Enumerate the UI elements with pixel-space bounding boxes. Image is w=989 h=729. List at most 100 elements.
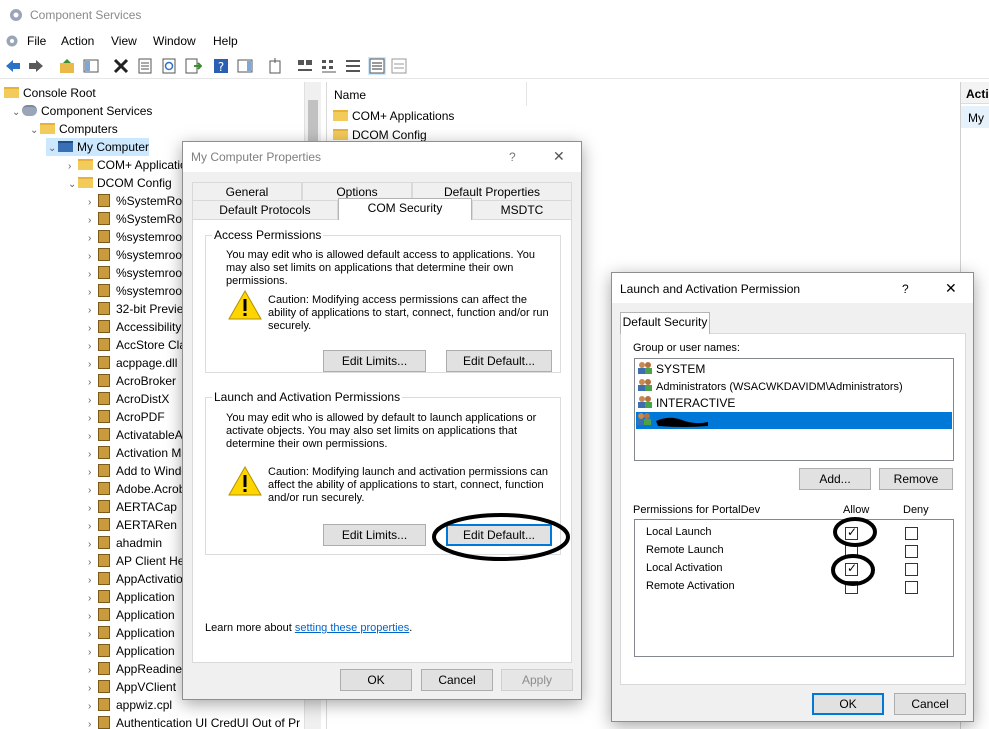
refresh-icon[interactable] [160,57,178,75]
large-icons-view-icon[interactable] [296,57,314,75]
export-list-icon[interactable] [184,57,202,75]
learn-more-prefix: Learn more about [205,622,295,634]
learn-more-link[interactable]: setting these properties [295,622,409,634]
menu-view[interactable]: View [111,34,137,48]
menu-file[interactable]: File [27,34,46,48]
access-permissions-group: Access Permissions You may edit who is a… [205,228,561,373]
users-icon [638,362,652,374]
chevron-down-icon[interactable]: ⌄ [30,122,40,140]
tree-item[interactable]: ⌄ Component Services [10,102,152,120]
tree-item[interactable]: › Accessibility [86,318,181,336]
new-object-icon[interactable] [266,57,284,75]
tree-item[interactable]: › AppReadiness [86,660,194,678]
gear-icon [22,105,37,116]
deny-checkbox[interactable] [905,545,918,558]
list-item[interactable]: DCOM Config [333,128,427,142]
cancel-button[interactable]: Cancel [421,669,493,691]
perm-help-button[interactable]: ? [902,282,909,296]
user-row[interactable]: SYSTEM [637,361,705,378]
deny-checkbox[interactable] [905,527,918,540]
user-name: INTERACTIVE [656,396,736,410]
show-hide-tree-icon[interactable] [82,57,100,75]
tree-item[interactable]: › Application [86,642,175,660]
list-view-icon[interactable] [344,57,362,75]
tree-item[interactable]: ⌄ Computers [28,120,118,138]
tree-item[interactable]: › %systemroot% [86,246,196,264]
launch-edit-limits-button[interactable]: Edit Limits... [323,524,426,546]
tree-item[interactable]: Console Root [0,84,96,102]
add-button[interactable]: Add... [799,468,871,490]
actions-item-label: My [968,111,984,125]
access-edit-limits-button[interactable]: Edit Limits... [323,350,426,372]
delete-icon[interactable] [112,57,130,75]
properties-icon[interactable] [136,57,154,75]
show-hide-action-pane-icon[interactable] [236,57,254,75]
tree-item[interactable]: › 32-bit Preview [86,300,192,318]
tree-item[interactable]: › AcroDistX [86,390,169,408]
help-icon[interactable]: ? [212,57,230,75]
tree-item[interactable]: › ahadmin [86,534,162,552]
close-icon[interactable]: ✕ [553,148,565,165]
tree-item[interactable]: › %systemroot% [86,282,196,300]
tree-item[interactable]: › appwiz.cpl [86,696,172,714]
users-list[interactable]: SYSTEM Administrators (WSACWKDAVIDM\Admi… [634,358,954,461]
tree-item[interactable]: › AERTACap [86,498,177,516]
tree-item[interactable]: ⌄ My Computer [46,138,150,158]
tree-item[interactable]: › Application [86,624,175,642]
perm-ok-button[interactable]: OK [812,693,884,715]
chevron-down-icon[interactable]: ⌄ [12,104,22,122]
tree-item[interactable]: › Application [86,588,175,606]
actions-item[interactable]: My [961,106,989,128]
deny-checkbox[interactable] [905,581,918,594]
tree-item[interactable]: › %systemroot% [86,264,196,282]
permissions-for-label: Permissions for PortalDev [633,504,761,516]
name-column-header-label: Name [334,88,367,102]
tree-item[interactable]: › acppage.dll [86,354,177,372]
remove-button[interactable]: Remove [879,468,953,490]
chevron-down-icon[interactable]: ⌄ [48,140,58,158]
tree-item[interactable]: › Application [86,606,175,624]
user-row[interactable]: INTERACTIVE [637,395,735,412]
tree-item[interactable]: › AcroPDF [86,408,165,426]
user-row[interactable]: Administrators (WSACWKDAVIDM\Administrat… [637,378,903,395]
tab-msdtc[interactable]: MSDTC [472,200,572,219]
tab-default-protocols[interactable]: Default Protocols [192,200,338,219]
chevron-right-icon[interactable]: › [88,716,98,729]
detail-view-icon[interactable] [368,57,386,75]
tree-item[interactable]: › AcroBroker [86,372,176,390]
access-edit-default-button[interactable]: Edit Default... [446,350,552,372]
deny-checkbox[interactable] [905,563,918,576]
tree-item[interactable]: › AppVClient [86,678,176,696]
tree-item[interactable]: › %systemroot% [86,228,196,246]
ok-button[interactable]: OK [340,669,412,691]
small-icons-view-icon[interactable] [320,57,338,75]
up-folder-icon[interactable] [58,57,76,75]
name-column-header[interactable]: Name [327,82,527,106]
group-users-label: Group or user names: [633,342,740,354]
list-item[interactable]: COM+ Applications [333,109,454,123]
tree-item[interactable]: › COM+ Applications [66,156,199,174]
app-menu-icon[interactable] [4,33,20,49]
tab-com-security[interactable]: COM Security [338,198,472,220]
menu-action[interactable]: Action [61,34,94,48]
status-view-icon[interactable] [390,57,408,75]
tab-default-security[interactable]: Default Security [620,312,710,334]
close-icon[interactable]: ✕ [945,280,957,297]
apply-button[interactable]: Apply [501,669,573,691]
menu-help[interactable]: Help [213,34,238,48]
help-button[interactable]: ? [509,150,516,164]
chevron-down-icon[interactable]: ⌄ [68,176,78,194]
perm-cancel-button[interactable]: Cancel [894,693,966,715]
tree-item[interactable]: › AERTARen [86,516,177,534]
tree-item[interactable]: ⌄ DCOM Config [66,174,172,192]
menu-window[interactable]: Window [153,34,196,48]
forward-arrow-icon[interactable] [27,57,45,75]
tab-general[interactable]: General [192,182,302,201]
tree-item[interactable]: › AppActivation [86,570,189,588]
tree-item[interactable]: › Adobe.Acrobat [86,480,195,498]
user-row-selected[interactable] [636,412,952,429]
back-arrow-icon[interactable] [4,57,22,75]
package-icon [98,590,110,603]
permission-name: Remote Launch [646,544,724,556]
tree-item[interactable]: › Authentication UI CredUI Out of Pr [86,714,300,729]
